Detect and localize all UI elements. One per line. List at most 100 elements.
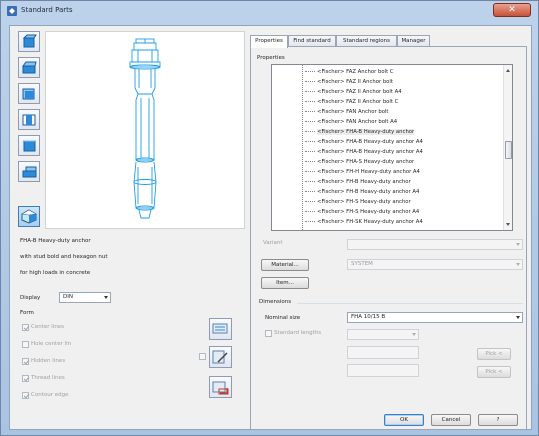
ok-button[interactable]: OK (384, 414, 424, 426)
nominal-size-select[interactable]: FHA 10/15 B (347, 312, 523, 323)
tab-properties[interactable]: Properties (250, 35, 288, 48)
tree-item[interactable]: <Fischer> FH-SK Heavy-duty anchor A4 (305, 219, 423, 225)
chevron-down-icon (516, 316, 520, 319)
app-icon (7, 6, 17, 16)
material-select-value: SYSTEM (351, 261, 373, 267)
tree-scrollbar[interactable] (503, 65, 512, 230)
view-top-button[interactable] (18, 57, 40, 78)
properties-heading: Properties (257, 55, 285, 61)
window-title: Standard Parts (21, 6, 73, 14)
item-button[interactable]: Item... (261, 277, 309, 289)
tree-item[interactable]: <Fischer> FH-B Heavy-duty anchor A4 (305, 189, 419, 195)
top-view-icon (22, 61, 37, 74)
insert-icon (212, 323, 228, 334)
part-description-line-1: FHA-B Heavy-duty anchor (20, 238, 91, 244)
part-description-line-2: with stud bold and hexagon nut (20, 254, 108, 260)
checkbox-label: Contour edge (31, 392, 69, 398)
hidden-lines-checkbox[interactable]: Hidden lines (22, 357, 65, 367)
tree-item-selected[interactable]: <Fischer> FHA-B Heavy-duty anchor (305, 129, 415, 135)
cube-view-icon (23, 140, 36, 152)
display-label: Display (20, 295, 41, 301)
checkbox-label: Thread lines (31, 375, 65, 381)
checkbox-label: Standard lengths (274, 330, 322, 336)
view-front-button[interactable] (18, 31, 40, 52)
checkbox-box (265, 330, 272, 337)
checkbox-box (22, 324, 29, 331)
front-view-icon (22, 34, 37, 48)
standard-lengths-select[interactable] (347, 329, 419, 340)
display-select-value: DIN (63, 294, 73, 300)
checkbox-label: Hidden lines (31, 358, 66, 364)
standard-parts-window: Standard Parts ✕ FHA-B Heavy-duty anchor… (0, 0, 539, 436)
tree-item[interactable]: <Fischer> FHA-B Heavy-duty anchor A4 (305, 139, 423, 145)
tree-item[interactable]: <Fischer> FH-S Heavy-duty anchor A4 (305, 209, 419, 215)
dimensions-heading: Dimensions (259, 299, 292, 305)
tree-item[interactable]: <Fischer> FH-H Heavy-duty anchor A4 (305, 169, 420, 175)
properties-panel: Properties <Fischer> FAZ Anchor bolt C <… (250, 46, 527, 430)
dimensions-divider (297, 303, 523, 304)
option-checkbox[interactable] (199, 353, 206, 360)
material-select[interactable]: SYSTEM (347, 259, 523, 270)
view-section-button[interactable] (18, 109, 40, 130)
help-button[interactable]: ? (478, 414, 518, 426)
insert-part-button[interactable] (209, 318, 232, 340)
view-cube-button[interactable] (18, 135, 40, 156)
edit-icon (212, 350, 228, 364)
tree-item[interactable]: <Fischer> FH-B Heavy-duty anchor (305, 179, 411, 185)
variant-select[interactable] (347, 239, 523, 250)
title-bar[interactable]: Standard Parts ✕ (1, 1, 538, 21)
chevron-down-icon (516, 243, 520, 246)
chevron-down-icon (412, 333, 416, 336)
view-isometric-button[interactable] (18, 206, 40, 227)
section-view-icon (22, 114, 36, 126)
pick-button-2[interactable]: Pick < (477, 366, 511, 378)
replace-part-button[interactable] (209, 376, 232, 398)
display-select[interactable]: DIN (59, 292, 111, 303)
cancel-button[interactable]: Cancel (431, 414, 471, 426)
nominal-size-label: Nominal size (265, 315, 301, 321)
checkbox-box (22, 341, 29, 348)
scroll-down-icon[interactable] (506, 223, 510, 226)
part-description-line-3: for high loads in concrete (20, 270, 91, 276)
tree-item[interactable]: <Fischer> FHA-B Heavy-duty anchor A4 (305, 149, 423, 155)
checkbox-box (22, 392, 29, 399)
tree-item[interactable]: <Fischer> FAZ II Anchor bolt C (305, 99, 398, 105)
standard-lengths-checkbox[interactable]: Standard lengths (265, 329, 321, 339)
form-label: Form (20, 310, 34, 316)
nominal-size-value: FHA 10/15 B (351, 314, 386, 320)
bottom-view-icon (22, 166, 37, 178)
tree-item[interactable]: <Fischer> FAN Anchor bolt A4 (305, 119, 397, 125)
anchor-drawing (129, 38, 161, 219)
dimension-field-2[interactable] (347, 364, 419, 377)
scroll-up-icon[interactable] (506, 69, 510, 72)
checkbox-label: Hole center lin (31, 341, 72, 347)
tree-item[interactable]: <Fischer> FHA-S Heavy-duty anchor (305, 159, 414, 165)
pick-button-1[interactable]: Pick < (477, 348, 511, 360)
isometric-view-icon (21, 209, 37, 224)
close-button[interactable]: ✕ (493, 3, 531, 17)
dialog-body: FHA-B Heavy-duty anchor with stud bold a… (9, 25, 532, 430)
tree-item[interactable]: <Fischer> FAZ II Anchor bolt A4 (305, 89, 402, 95)
hole-center-lines-checkbox[interactable]: Hole center lin (22, 340, 71, 350)
dimension-field-1[interactable] (347, 346, 419, 359)
edit-part-button[interactable] (209, 346, 232, 368)
standards-tree[interactable]: <Fischer> FAZ Anchor bolt C <Fischer> FA… (271, 64, 513, 231)
checkbox-box (22, 375, 29, 382)
center-lines-checkbox[interactable]: Center lines (22, 323, 64, 333)
tree-item[interactable]: <Fischer> FAZ Anchor bolt C (305, 69, 394, 75)
tree-item[interactable]: <Fischer> FAN Anchor bolt (305, 109, 389, 115)
material-button[interactable]: Material... (261, 259, 309, 271)
tree-item[interactable]: <Fischer> FH-S Heavy-duty anchor (305, 199, 411, 205)
checkbox-label: Center lines (31, 324, 65, 330)
side-view-icon (22, 88, 35, 100)
scroll-thumb[interactable] (505, 141, 512, 159)
contour-edge-checkbox[interactable]: Contour edge (22, 391, 68, 401)
view-bottom-button[interactable] (18, 161, 40, 182)
view-side-button[interactable] (18, 83, 40, 104)
tree-item[interactable]: <Fischer> FAZ II Anchor bolt (305, 79, 393, 85)
tree-guide-line (302, 65, 303, 230)
thread-lines-checkbox[interactable]: Thread lines (22, 374, 65, 384)
replace-icon (212, 381, 229, 395)
chevron-down-icon (104, 296, 108, 299)
part-preview (45, 31, 245, 229)
